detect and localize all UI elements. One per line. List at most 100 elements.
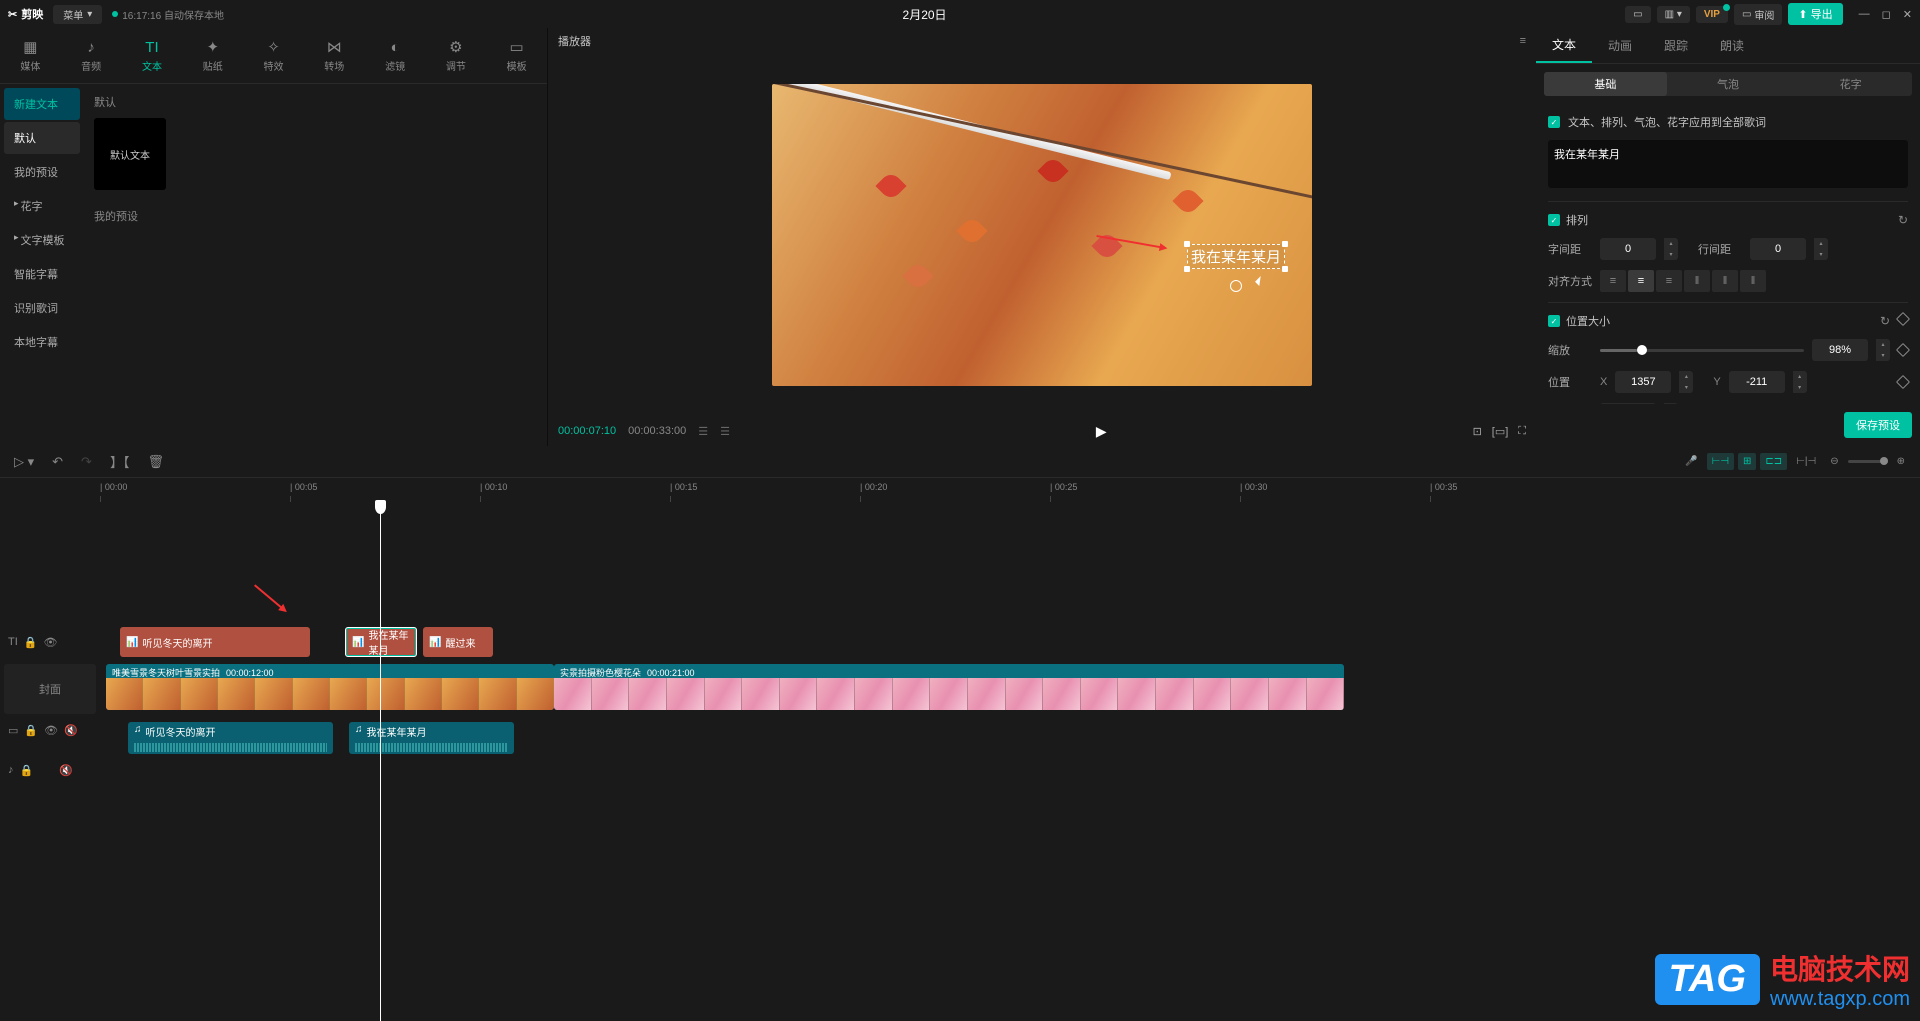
property-tab-动画[interactable]: 动画 — [1592, 28, 1648, 63]
resize-handle[interactable] — [1184, 241, 1190, 247]
zoom-fit-icon[interactable]: ⊕ — [1892, 453, 1910, 470]
reset-icon[interactable]: ↻ — [1898, 213, 1908, 227]
text-content-input[interactable] — [1548, 140, 1908, 188]
char-spacing-spinner[interactable]: ▴▾ — [1664, 238, 1678, 260]
property-subtab-花字[interactable]: 花字 — [1789, 72, 1912, 96]
timeline-ruler[interactable]: | 00:00| 00:05| 00:10| 00:15| 00:20| 00:… — [0, 478, 1920, 502]
zoom-out-icon[interactable]: ⊖ — [1825, 453, 1843, 470]
top-tab-媒体[interactable]: ▦媒体 — [0, 28, 61, 83]
property-tab-文本[interactable]: 文本 — [1536, 28, 1592, 63]
scale-slider[interactable] — [1600, 349, 1804, 352]
align-v3-button[interactable]: ‖ — [1740, 270, 1766, 292]
mic-icon[interactable]: 🎤 — [1680, 453, 1702, 470]
minimize-icon[interactable]: — — [1859, 8, 1870, 21]
keyframe-icon[interactable] — [1896, 343, 1910, 357]
eye-icon[interactable]: 👁 — [43, 636, 57, 649]
sidebar-item-本地字幕[interactable]: 本地字幕 — [4, 326, 80, 358]
keyframe-icon[interactable] — [1896, 375, 1910, 389]
lock-icon[interactable]: 🔒 — [20, 764, 34, 777]
lock-icon[interactable]: 🔒 — [24, 636, 38, 649]
timeline-content[interactable]: 📊听见冬天的离开📊我在某年某月📊醒过来 唯美雪景冬天树叶雪景实拍00:00:12… — [100, 502, 1920, 1021]
undo-button[interactable]: ↶ — [48, 450, 67, 474]
reset-icon[interactable]: ↻ — [1880, 314, 1890, 328]
align-right-button[interactable]: ≡ — [1656, 270, 1682, 292]
sidebar-item-默认[interactable]: 默认 — [4, 122, 80, 154]
default-text-preset[interactable]: 默认文本 — [94, 118, 166, 190]
rotate-handle[interactable] — [1230, 280, 1242, 292]
sidebar-item-新建文本[interactable]: 新建文本 — [4, 88, 80, 120]
top-tab-调节[interactable]: ⚙调节 — [425, 28, 486, 83]
resize-handle[interactable] — [1282, 266, 1288, 272]
scale-spinner[interactable]: ▴▾ — [1876, 339, 1890, 361]
sidebar-item-花字[interactable]: ▸花字 — [4, 190, 80, 222]
pos-x-input[interactable] — [1615, 371, 1671, 393]
save-preset-button[interactable]: 保存预设 — [1844, 412, 1912, 438]
redo-button[interactable]: ↷ — [77, 450, 96, 474]
zoom-slider[interactable] — [1848, 460, 1888, 463]
sidebar-item-智能字幕[interactable]: 智能字幕 — [4, 258, 80, 290]
position-checkbox[interactable]: ✓ — [1548, 315, 1560, 327]
align-center-button[interactable]: ≡ — [1628, 270, 1654, 292]
video-clip[interactable]: 唯美雪景冬天树叶雪景实拍00:00:12:00 — [106, 664, 554, 710]
line-spacing-spinner[interactable]: ▴▾ — [1814, 238, 1828, 260]
eye-icon[interactable]: 👁 — [44, 724, 58, 737]
top-tab-滤镜[interactable]: ◐滤镜 — [365, 28, 426, 83]
select-tool[interactable]: ▷ ▾ — [10, 450, 38, 474]
preview-menu-icon[interactable]: ≡ — [1520, 35, 1526, 47]
sidebar-item-识别歌词[interactable]: 识别歌词 — [4, 292, 80, 324]
text-clip[interactable]: 📊听见冬天的离开 — [120, 627, 310, 657]
split-icon[interactable]: ⊢|⊣ — [1791, 453, 1821, 470]
audio-track[interactable]: ♫听见冬天的离开 ♫我在某年某月 — [100, 718, 1920, 758]
split-tool[interactable]: 】【 — [106, 448, 134, 475]
list-icon-2[interactable]: ☰ — [720, 425, 730, 438]
pos-y-input[interactable] — [1729, 371, 1785, 393]
layout-button-2[interactable]: ▥ ▾ — [1657, 6, 1690, 23]
text-track[interactable]: 📊听见冬天的离开📊我在某年某月📊醒过来 — [100, 622, 1920, 662]
list-icon[interactable]: ☰ — [698, 425, 708, 438]
line-spacing-input[interactable] — [1750, 238, 1806, 260]
playhead-handle[interactable] — [375, 500, 386, 514]
snap-tool-2[interactable]: ⊞ — [1738, 453, 1756, 470]
video-clip[interactable]: 实景拍摄粉色樱花朵00:00:21:00 — [554, 664, 1344, 710]
align-left-button[interactable]: ≡ — [1600, 270, 1626, 292]
pos-x-spinner[interactable]: ▴▾ — [1679, 371, 1693, 393]
ratio-icon[interactable]: [▭] — [1492, 425, 1509, 438]
top-tab-模板[interactable]: ▭模板 — [486, 28, 547, 83]
layout-button-1[interactable]: ▭ — [1625, 6, 1650, 23]
video-track[interactable]: 唯美雪景冬天树叶雪景实拍00:00:12:00实景拍摄粉色樱花朵00:00:21… — [100, 662, 1920, 712]
playhead[interactable] — [380, 502, 381, 1021]
delete-button[interactable]: 🗑 — [143, 450, 168, 474]
align-v1-button[interactable]: ‖ — [1684, 270, 1710, 292]
sidebar-item-我的预设[interactable]: 我的预设 — [4, 156, 80, 188]
mute-icon[interactable]: 🔇 — [64, 724, 78, 737]
resize-handle[interactable] — [1282, 241, 1288, 247]
property-subtab-气泡[interactable]: 气泡 — [1667, 72, 1790, 96]
audio-clip[interactable]: ♫我在某年某月 — [349, 722, 514, 754]
top-tab-音频[interactable]: ♪音频 — [61, 28, 122, 83]
keyframe-icon[interactable] — [1896, 312, 1910, 326]
scale-input[interactable] — [1812, 339, 1868, 361]
crop-icon[interactable]: ⊡ — [1473, 425, 1482, 438]
maximize-icon[interactable]: ◻ — [1882, 8, 1891, 21]
preview-canvas[interactable]: 我在某年某月 — [772, 84, 1312, 386]
menu-button[interactable]: 菜单 ▾ — [53, 5, 102, 24]
top-tab-贴纸[interactable]: ✦贴纸 — [182, 28, 243, 83]
property-tab-跟踪[interactable]: 跟踪 — [1648, 28, 1704, 63]
text-clip[interactable]: 📊我在某年某月 — [345, 627, 417, 657]
lock-icon[interactable]: 🔒 — [24, 724, 38, 737]
mute-icon[interactable]: 🔇 — [59, 764, 73, 777]
top-tab-文本[interactable]: TI文本 — [122, 28, 183, 83]
resize-handle[interactable] — [1184, 266, 1190, 272]
audio-clip[interactable]: ♫听见冬天的离开 — [128, 722, 333, 754]
top-tab-转场[interactable]: ⋈转场 — [304, 28, 365, 83]
sidebar-item-文字模板[interactable]: ▸文字模板 — [4, 224, 80, 256]
close-icon[interactable]: ✕ — [1903, 8, 1912, 21]
char-spacing-input[interactable] — [1600, 238, 1656, 260]
align-v2-button[interactable]: ‖ — [1712, 270, 1738, 292]
arrange-checkbox[interactable]: ✓ — [1548, 214, 1560, 226]
fullscreen-icon[interactable]: ⛶ — [1518, 425, 1526, 438]
property-tab-朗读[interactable]: 朗读 — [1704, 28, 1760, 63]
snap-tool-3[interactable]: ⊏⊐ — [1760, 453, 1787, 470]
property-subtab-基础[interactable]: 基础 — [1544, 72, 1667, 96]
export-button[interactable]: ⬆ 导出 — [1788, 3, 1842, 25]
